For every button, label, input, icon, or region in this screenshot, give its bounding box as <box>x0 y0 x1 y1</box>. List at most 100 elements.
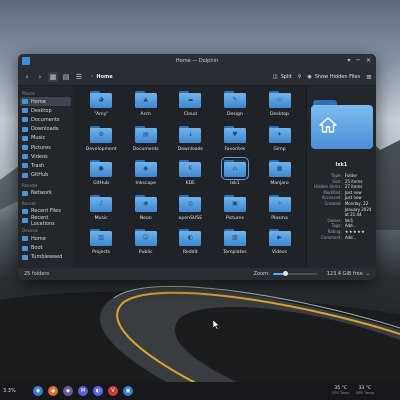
folder-item[interactable]: ♥ Favorites <box>213 125 258 160</box>
zoom-slider-handle[interactable] <box>282 271 288 276</box>
folder-item[interactable]: ◎ openSUSE <box>168 194 213 229</box>
sidebar-item-label: Pictures <box>31 144 51 151</box>
folder-item[interactable]: ▦ Manjaro <box>257 159 302 194</box>
sidebar-item-label: Documents <box>31 116 60 123</box>
close-icon[interactable]: ✕ <box>366 57 371 65</box>
sidebar-item-documents[interactable]: Documents <box>20 115 71 124</box>
pictures-icon <box>22 145 28 151</box>
folder-emblem-icon: K <box>188 165 193 173</box>
cpu-usage[interactable]: 3.3% <box>3 388 21 394</box>
search-button[interactable]: ⚲ <box>298 74 302 80</box>
firefox-icon[interactable]: ◕ <box>48 386 58 396</box>
sidebar-item-network[interactable]: Network <box>20 189 71 198</box>
folder-emblem-icon: ♪ <box>99 199 104 207</box>
videos-icon <box>22 154 28 160</box>
menu-hamburger-icon[interactable]: ≡ <box>366 73 372 81</box>
folder-item[interactable]: ♪ Music <box>79 194 124 229</box>
cpu-temp-widget[interactable]: 35 °C CPU Temp <box>332 386 350 396</box>
sidebar-item-label: Network <box>31 190 52 197</box>
split-button[interactable]: ◫ Split <box>273 74 292 80</box>
folder-item[interactable]: ✎ Design <box>213 90 258 125</box>
folder-label: Desktop <box>270 112 289 117</box>
sidebar-item-pictures[interactable]: Pictures <box>20 143 71 152</box>
titlebar[interactable]: Home — Dolphin ▾ ─ ✕ <box>18 54 376 68</box>
folder-emblem-icon: ☺ <box>142 234 149 242</box>
folder-item[interactable]: ▥ Projects <box>79 228 124 263</box>
free-space[interactable]: 123.4 GiB free <box>327 271 363 277</box>
sidebar-item-recent-locations[interactable]: Recent Locations <box>20 214 71 227</box>
folder-item[interactable]: ⚙ Development <box>79 125 124 160</box>
gpu-temp-label: GPU Temp <box>355 391 374 395</box>
discord-icon[interactable]: ◐ <box>93 386 103 396</box>
folder-label: Music <box>94 215 108 221</box>
sidebar-item-videos[interactable]: Videos <box>20 152 71 161</box>
folder-icon: K <box>179 160 202 178</box>
cpu-temp-label: CPU Temp <box>331 391 350 395</box>
keep-above-icon[interactable]: ▾ <box>347 57 350 65</box>
sidebar-item-desktop[interactable]: Desktop <box>20 106 71 115</box>
folder-item[interactable]: ● GitHub <box>79 159 124 194</box>
gpu-temp-widget[interactable]: 33 °C GPU Temp <box>356 386 374 396</box>
folder-icon: ♪ <box>90 194 113 212</box>
folder-item[interactable]: ☁ Cloud <box>168 90 213 125</box>
devices-header: Devices <box>22 228 38 234</box>
dolphin-app-icon <box>22 57 30 65</box>
folder-item[interactable]: ⌂ lxk1 <box>213 157 258 194</box>
sidebar-item-music[interactable]: Music <box>20 134 71 143</box>
forward-icon[interactable]: › <box>35 72 45 82</box>
file-view[interactable]: ◕ "Amy" ▲ Arch ☁ Cloud ✎ Design ▭ Desktop ⚙ Develop… <box>72 86 306 268</box>
folder-item[interactable]: K KDE <box>168 159 213 194</box>
sidebar-item-trash[interactable]: Trash <box>20 161 71 170</box>
inkscape-icon[interactable]: ◆ <box>63 386 73 396</box>
sidebar-item-tumbleweed[interactable]: Tumbleweed <box>20 253 71 262</box>
compact-view-icon[interactable]: ▤ <box>61 72 71 82</box>
sidebar-item-downloads[interactable]: Downloads <box>20 125 71 134</box>
details-view-icon[interactable]: ☰ <box>74 72 84 82</box>
folder-icon: ▣ <box>223 194 246 212</box>
documents-icon <box>22 117 28 123</box>
folder-item[interactable]: ▧ Templates <box>213 228 258 263</box>
sidebar-item-home[interactable]: Home <box>20 234 71 243</box>
vivaldi-icon[interactable]: V <box>108 386 118 396</box>
sidebar-item-home[interactable]: Home <box>20 97 71 107</box>
folder-item[interactable]: ▤ Documents <box>123 125 168 160</box>
minimize-icon[interactable]: ─ <box>356 57 360 65</box>
folder-item[interactable]: ◆ Inkscape <box>123 159 168 194</box>
show-hidden-files-button[interactable]: ◉ Show Hidden Files <box>307 74 360 80</box>
back-icon[interactable]: ‹ <box>22 72 32 82</box>
info-key: Comment: <box>320 234 342 240</box>
github-icon <box>22 172 28 178</box>
zoom-slider[interactable] <box>272 271 317 276</box>
dolphin-icon[interactable]: ▣ <box>123 386 133 396</box>
folder-item[interactable]: ◐ Reddit <box>168 228 213 263</box>
folder-item[interactable]: ▭ Desktop <box>257 90 302 125</box>
folder-icon: ◎ <box>179 194 202 212</box>
eye-icon: ◉ <box>307 73 312 80</box>
mastodon-icon[interactable]: M <box>78 386 88 396</box>
folder-label: Cloud <box>183 112 197 117</box>
places-sidebar: Places Home Desktop Documents Downloads Musi… <box>18 86 73 268</box>
folder-item[interactable]: ✧ Plasma <box>257 194 302 229</box>
desktop-icon <box>22 108 28 114</box>
chromium-icon[interactable]: ◉ <box>33 386 43 396</box>
sidebar-item-label: Downloads <box>31 126 59 133</box>
sidebar-item-label: Recent Locations <box>31 214 55 227</box>
folder-item[interactable]: ▲ Arch <box>123 90 168 125</box>
folder-item[interactable]: ↓ Downloads <box>168 125 213 160</box>
folder-item[interactable]: ✦ Gimp <box>257 125 302 160</box>
sidebar-item-boot[interactable]: Boot <box>20 243 71 252</box>
sidebar-item-github[interactable]: GitHub <box>20 171 71 180</box>
icons-view-icon[interactable]: ▦ <box>48 71 58 82</box>
folder-item[interactable]: ☺ Public <box>123 228 168 263</box>
folder-item[interactable]: ◉ Neon <box>123 194 168 229</box>
trash-icon <box>22 163 28 169</box>
folder-item[interactable]: ▶ Videos <box>257 228 302 263</box>
free-space-dropdown-icon[interactable]: ⌄ <box>366 271 370 277</box>
folder-item[interactable]: ▣ Pictures <box>213 194 258 229</box>
folder-emblem-icon: ◎ <box>187 199 193 207</box>
folder-icon: ◕ <box>90 91 113 108</box>
folder-icon: ✎ <box>223 91 246 108</box>
folder-item[interactable]: ◕ "Amy" <box>79 90 124 125</box>
breadcrumb-location[interactable]: Home <box>96 74 112 80</box>
info-value[interactable]: Add... <box>345 235 357 241</box>
